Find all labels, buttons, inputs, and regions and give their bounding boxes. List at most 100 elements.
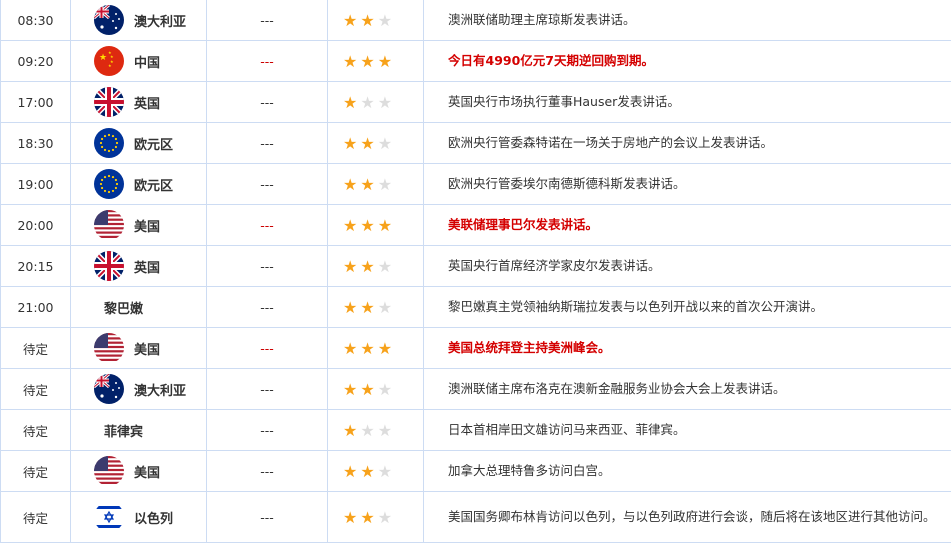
country-cell: 英国 xyxy=(71,87,206,117)
eu-flag-icon xyxy=(94,128,124,158)
importance-stars: ★ ★ ★ xyxy=(327,450,424,492)
country-name: 美国 xyxy=(134,465,161,481)
event-time: 待定 xyxy=(0,327,71,369)
star-empty-icon: ★ xyxy=(377,297,393,317)
country-cell: 欧元区 xyxy=(71,169,206,199)
star-filled-icon: ★ xyxy=(360,215,375,235)
star-filled-icon: ★ xyxy=(360,256,375,276)
star-empty-icon: ★ xyxy=(377,461,393,481)
star-filled-icon: ★ xyxy=(360,133,375,153)
event-time: 待定 xyxy=(0,491,71,543)
country-name: 欧元区 xyxy=(134,137,174,153)
star-empty-icon: ★ xyxy=(377,507,393,527)
importance-stars: ★ ★ ★ xyxy=(327,204,424,246)
importance-stars: ★ ★ ★ xyxy=(327,163,424,205)
country-cell: 澳大利亚 xyxy=(71,5,206,35)
country-cell: 美国 xyxy=(71,456,206,486)
importance-stars: ★ ★ ★ xyxy=(327,122,424,164)
importance-stars: ★ ★ ★ xyxy=(327,368,424,410)
event-time: 待定 xyxy=(0,450,71,492)
importance-stars: ★ ★ ★ xyxy=(327,245,424,287)
event-description: 日本首相岸田文雄访问马来西亚、菲律宾。 xyxy=(423,409,951,451)
table-row: 18:30 欧元区 --- ★ ★ ★ 欧洲央行管委森特诺在一场关于房地产的会议上发… xyxy=(0,122,951,164)
australia-flag-icon xyxy=(94,374,124,404)
event-time: 18:30 xyxy=(0,122,71,164)
star-empty-icon: ★ xyxy=(377,379,393,399)
table-row: 09:20 ★ ★ ★ ★ ★ 中国 --- ★ ★ ★ 今日有4990亿元7天期逆回购到期。 xyxy=(0,40,951,82)
country-name: 美国 xyxy=(134,342,161,358)
country-name: 美国 xyxy=(134,219,161,235)
svg-text:★: ★ xyxy=(108,63,112,68)
event-value: --- xyxy=(206,491,328,543)
us-flag-icon xyxy=(94,210,124,240)
country-name: 菲律宾 xyxy=(104,424,144,440)
table-row: 20:15 英国 --- ★ ★ ★ 英国央行首席经济学家皮尔发表讲话。 xyxy=(0,245,951,287)
event-description: 美国国务卿布林肯访问以色列，与以色列政府进行会谈，随后将在该地区进行其他访问。 xyxy=(423,491,951,543)
star-filled-icon: ★ xyxy=(343,215,358,235)
star-filled-icon: ★ xyxy=(377,215,393,235)
eu-flag-icon xyxy=(94,169,124,199)
importance-stars: ★ ★ ★ xyxy=(327,286,424,328)
importance-stars: ★ ★ ★ xyxy=(327,81,424,123)
country-name: 澳大利亚 xyxy=(134,14,187,30)
event-value: --- xyxy=(206,40,328,82)
event-description: 黎巴嫩真主党领袖纳斯瑞拉发表与以色列开战以来的首次公开演讲。 xyxy=(423,286,951,328)
country-cell: 英国 xyxy=(71,251,206,281)
importance-stars: ★ ★ ★ xyxy=(327,0,424,41)
event-value: --- xyxy=(206,0,328,41)
event-value: --- xyxy=(206,327,328,369)
table-row: 20:00 美国 --- ★ ★ ★ 美联储理事巴尔发表讲话。 xyxy=(0,204,951,246)
country-cell: 美国 xyxy=(71,333,206,363)
star-empty-icon: ★ xyxy=(377,92,393,112)
star-filled-icon: ★ xyxy=(360,379,375,399)
table-row: 待定 以色列 --- ★ ★ ★ 美国国务卿布林肯访问以色列，与以色列政府进行会谈，… xyxy=(0,491,951,543)
star-filled-icon: ★ xyxy=(343,174,358,194)
event-value: --- xyxy=(206,409,328,451)
country-name: 黎巴嫩 xyxy=(104,301,144,317)
event-description: 澳洲联储助理主席琼斯发表讲话。 xyxy=(423,0,951,41)
event-time: 19:00 xyxy=(0,163,71,205)
table-row: 17:00 英国 --- ★ ★ ★ 英国央行市场执行董事Hauser发表讲话。 xyxy=(0,81,951,123)
importance-stars: ★ ★ ★ xyxy=(327,409,424,451)
event-description: 美国总统拜登主持美洲峰会。 xyxy=(423,327,951,369)
table-row: 待定 美国 --- ★ ★ ★ 美国总统拜登主持美洲峰会。 xyxy=(0,327,951,369)
importance-stars: ★ ★ ★ xyxy=(327,327,424,369)
country-cell: 欧元区 xyxy=(71,128,206,158)
event-description: 加拿大总理特鲁多访问白宫。 xyxy=(423,450,951,492)
star-filled-icon: ★ xyxy=(343,338,358,358)
star-filled-icon: ★ xyxy=(360,10,375,30)
table-row: 19:00 欧元区 --- ★ ★ ★ 欧洲央行管委埃尔南德斯德科斯发表讲话。 xyxy=(0,163,951,205)
country-cell: 美国 xyxy=(71,210,206,240)
country-name: 澳大利亚 xyxy=(134,383,187,399)
importance-stars: ★ ★ ★ xyxy=(327,40,424,82)
country-name: 中国 xyxy=(134,55,161,71)
event-value: --- xyxy=(206,204,328,246)
table-row: 待定 澳大利亚 --- ★ ★ ★ 澳洲联储主席布洛克在澳新金融服务业协会大会上发表… xyxy=(0,368,951,410)
star-filled-icon: ★ xyxy=(343,297,358,317)
event-description: 欧洲央行管委森特诺在一场关于房地产的会议上发表讲话。 xyxy=(423,122,951,164)
star-filled-icon: ★ xyxy=(360,461,375,481)
country-cell: 澳大利亚 xyxy=(71,374,206,404)
table-row: 08:30 澳大利亚 --- ★ ★ ★ 澳洲联储助理主席琼斯发表讲话。 xyxy=(0,0,951,41)
star-filled-icon: ★ xyxy=(360,507,375,527)
event-value: --- xyxy=(206,81,328,123)
israel-flag-icon xyxy=(94,502,124,532)
table-row: 待定 菲律宾 --- ★ ★ ★ 日本首相岸田文雄访问马来西亚、菲律宾。 xyxy=(0,409,951,451)
economic-calendar-table: 08:30 澳大利亚 --- ★ ★ ★ 澳洲联储助理主席琼斯发表讲话。 09:20 … xyxy=(0,0,951,543)
country-cell: 菲律宾 xyxy=(71,421,206,440)
uk-flag-icon xyxy=(94,87,124,117)
country-name: 欧元区 xyxy=(134,178,174,194)
star-filled-icon: ★ xyxy=(343,256,358,276)
event-description: 英国央行市场执行董事Hauser发表讲话。 xyxy=(423,81,951,123)
star-filled-icon: ★ xyxy=(377,338,393,358)
star-filled-icon: ★ xyxy=(343,51,358,71)
table-row: 21:00 黎巴嫩 --- ★ ★ ★ 黎巴嫩真主党领袖纳斯瑞拉发表与以色列开战以来… xyxy=(0,286,951,328)
star-filled-icon: ★ xyxy=(343,133,358,153)
country-name: 英国 xyxy=(134,260,161,276)
china-flag-icon: ★ ★ ★ ★ ★ xyxy=(94,46,124,76)
event-description: 英国央行首席经济学家皮尔发表讲话。 xyxy=(423,245,951,287)
table-row: 待定 美国 --- ★ ★ ★ 加拿大总理特鲁多访问白宫。 xyxy=(0,450,951,492)
event-value: --- xyxy=(206,368,328,410)
event-time: 20:15 xyxy=(0,245,71,287)
country-cell: ★ ★ ★ ★ ★ 中国 xyxy=(71,46,206,76)
